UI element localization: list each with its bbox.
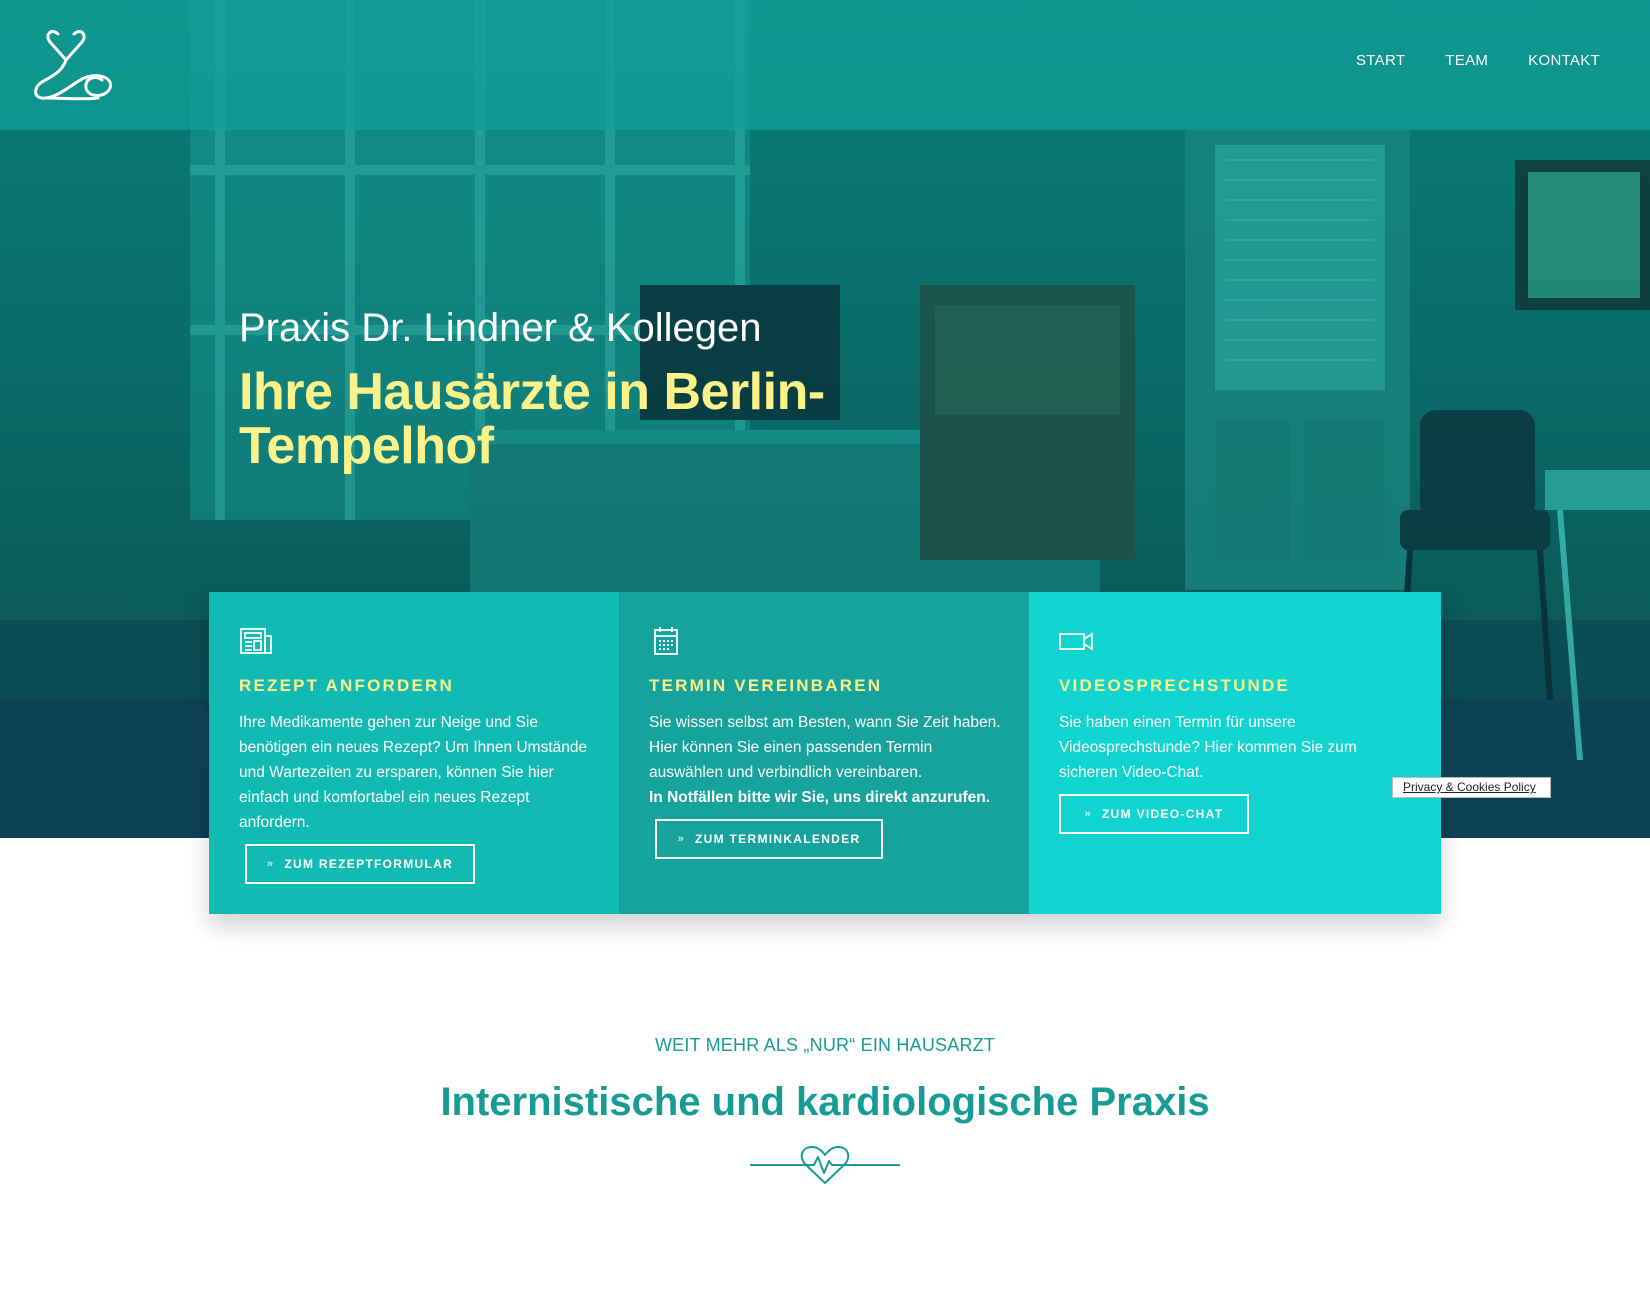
terminkalender-button[interactable]: » ZUM TERMINKALENDER <box>655 819 883 859</box>
card-text: Sie wissen selbst am Besten, wann Sie Ze… <box>649 710 1009 810</box>
section-title: Internistische und kardiologische Praxis <box>440 1080 1210 1124</box>
site-header: START TEAM KONTAKT <box>0 0 1650 130</box>
hero-title: Ihre Hausärzte in Berlin-Tempelhof <box>239 363 825 475</box>
double-chevron-right-icon: » <box>1084 808 1093 820</box>
card-video: VIDEOSPRECHSTUNDE Sie haben einen Termin… <box>1029 592 1441 914</box>
card-emergency-note: In Notfällen bitte wir Sie, uns direkt a… <box>649 789 991 806</box>
video-camera-icon <box>1059 632 1093 651</box>
double-chevron-right-icon: » <box>677 833 686 845</box>
main-navigation: START TEAM KONTAKT <box>1356 52 1600 69</box>
video-chat-button[interactable]: » ZUM VIDEO-CHAT <box>1059 794 1249 834</box>
card-text: Sie haben einen Termin für unsere Videos… <box>1059 710 1419 785</box>
card-termin: TERMIN VEREINBAREN Sie wissen selbst am … <box>619 592 1029 914</box>
card-rezept: REZEPT ANFORDERN Ihre Medikamente gehen … <box>209 592 619 914</box>
double-chevron-right-icon: » <box>266 858 275 870</box>
card-title: TERMIN VEREINBAREN <box>649 676 883 695</box>
card-title: VIDEOSPRECHSTUNDE <box>1059 676 1291 695</box>
newspaper-icon <box>240 628 272 654</box>
button-label: ZUM VIDEO-CHAT <box>1102 807 1224 821</box>
rezeptformular-button[interactable]: » ZUM REZEPTFORMULAR <box>245 844 475 884</box>
stethoscope-logo-icon <box>34 30 113 101</box>
button-label: ZUM TERMINKALENDER <box>695 832 861 846</box>
card-description: Sie wissen selbst am Besten, wann Sie Ze… <box>649 714 1001 781</box>
hero-subtitle: Praxis Dr. Lindner & Kollegen <box>239 306 762 350</box>
card-title: REZEPT ANFORDERN <box>239 676 454 695</box>
section-kicker: WEIT MEHR ALS „NUR“ EIN HAUSARZT <box>654 1035 996 1055</box>
button-label: ZUM REZEPTFORMULAR <box>284 857 454 871</box>
heartbeat-icon <box>750 1146 900 1184</box>
nav-start[interactable]: START <box>1356 52 1405 69</box>
nav-kontakt[interactable]: KONTAKT <box>1528 52 1600 69</box>
privacy-cookies-link[interactable]: Privacy & Cookies Policy <box>1392 777 1551 798</box>
card-text: Ihre Medikamente gehen zur Neige und Sie… <box>239 710 599 835</box>
service-cards: REZEPT ANFORDERN Ihre Medikamente gehen … <box>209 592 1441 914</box>
calendar-icon <box>654 627 678 655</box>
card-description: Sie haben einen Termin für unsere Videos… <box>1059 714 1357 781</box>
nav-team[interactable]: TEAM <box>1445 52 1488 69</box>
card-description: Ihre Medikamente gehen zur Neige und Sie… <box>239 714 588 831</box>
